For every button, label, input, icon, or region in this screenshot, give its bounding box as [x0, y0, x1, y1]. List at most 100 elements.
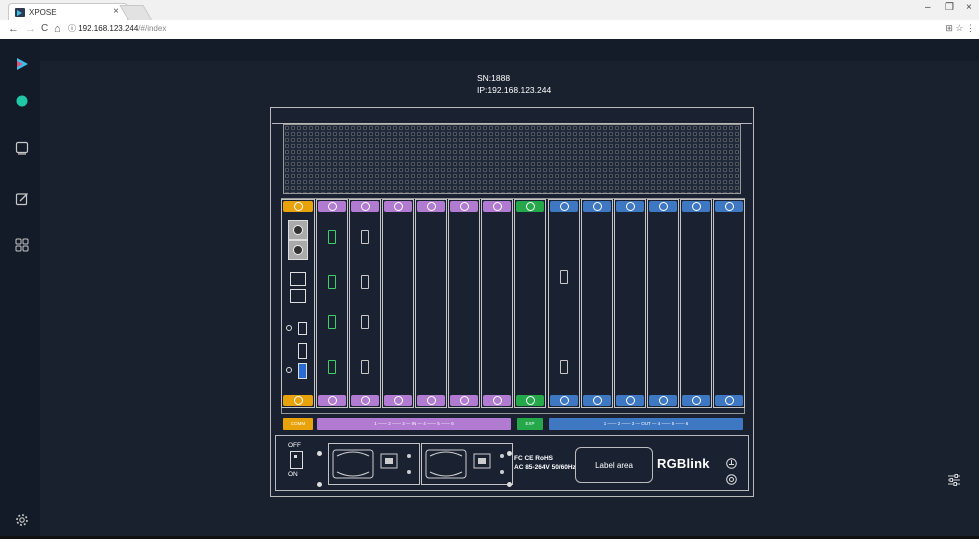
home-button[interactable]: ⌂: [54, 23, 61, 35]
output-card-bottom-cap: [649, 395, 677, 406]
output-card-4[interactable]: [647, 199, 679, 408]
power-ring-icon: [361, 202, 370, 211]
comm-card[interactable]: [281, 199, 315, 408]
xpose-favicon-icon: [15, 8, 25, 17]
input-label-strip: 1 —— 2 —— 3 — IN — 4 —— 5 —— 6: [317, 418, 511, 430]
input-card-4[interactable]: [415, 199, 447, 408]
xpose-logo-icon[interactable]: [15, 57, 29, 71]
window-close-button[interactable]: ×: [966, 2, 972, 13]
bnc-connector-icon: [288, 240, 308, 260]
input-card-top-cap: [384, 201, 412, 212]
input-port-icon[interactable]: [328, 315, 336, 329]
address-bar-actions[interactable]: ⊞ ☆ ⋮: [945, 23, 975, 34]
power-ring-icon: [560, 202, 569, 211]
power-ring-icon: [593, 396, 602, 405]
forward-button[interactable]: →: [25, 23, 36, 35]
cert-marks: FC CE RoHS: [514, 455, 553, 462]
switch-on-label: ON: [288, 471, 298, 478]
output-card-5[interactable]: [680, 199, 712, 408]
device-sn: SN:1888: [477, 73, 511, 83]
input-port-icon[interactable]: [361, 275, 369, 289]
output-card-3[interactable]: [614, 199, 646, 408]
exp-card-top-cap: [516, 201, 544, 212]
back-button[interactable]: ←: [8, 23, 19, 35]
power-ring-icon: [294, 396, 303, 405]
switch-off-label: OFF: [288, 442, 301, 449]
input-port-icon[interactable]: [328, 275, 336, 289]
grid-icon[interactable]: [15, 238, 29, 252]
power-ring-icon: [493, 396, 502, 405]
input-card-6[interactable]: [481, 199, 513, 408]
ethernet-port-icon: [290, 289, 306, 303]
input-port-icon[interactable]: [361, 360, 369, 374]
output-card-2[interactable]: [581, 199, 613, 408]
input-card-top-cap: [318, 201, 346, 212]
output-card-bottom-cap: [583, 395, 611, 406]
power-ring-icon: [526, 396, 535, 405]
window-maximize-button[interactable]: ❐: [945, 2, 954, 13]
output-card-6[interactable]: [713, 199, 745, 408]
output-card-top-cap: [583, 201, 611, 212]
screen-icon[interactable]: [15, 141, 29, 155]
input-port-icon[interactable]: [328, 230, 336, 244]
ethernet-port-icon: [290, 272, 306, 286]
output-card-top-cap: [715, 201, 743, 212]
url-path: /#/index: [138, 24, 167, 33]
browser-tab[interactable]: XPOSE ×: [8, 3, 128, 21]
filter-sliders-icon[interactable]: [946, 472, 962, 488]
reload-button[interactable]: C: [41, 23, 48, 34]
url-host: 192.168.123.244: [78, 24, 139, 33]
sidebar: [0, 39, 40, 539]
input-port-icon[interactable]: [361, 315, 369, 329]
power-ring-icon: [560, 396, 569, 405]
output-card-top-cap: [682, 201, 710, 212]
comm-card-top-cap: [283, 201, 313, 212]
power-supply-1[interactable]: [328, 443, 420, 485]
rocker-switch-icon[interactable]: [290, 451, 303, 469]
app-header: [0, 39, 979, 61]
exp-card[interactable]: [514, 199, 546, 408]
input-card-2[interactable]: [349, 199, 381, 408]
settings-gear-icon[interactable]: [15, 513, 29, 527]
usb-port-icon: [298, 343, 307, 359]
status-dot-icon[interactable]: [15, 94, 29, 108]
power-switch[interactable]: OFF ON: [288, 442, 303, 478]
input-port-icon[interactable]: [328, 360, 336, 374]
hdmi-port-icon: [298, 322, 307, 335]
output-card-bottom-cap: [715, 395, 743, 406]
power-ring-icon: [725, 202, 734, 211]
url-field[interactable]: ⓘ 192.168.123.244/#/index: [68, 23, 166, 34]
input-port-icon[interactable]: [361, 230, 369, 244]
power-ring-icon: [427, 202, 436, 211]
power-ring-icon: [361, 396, 370, 405]
device-info: SN:1888 IP:192.168.123.244: [477, 72, 551, 96]
input-card-bottom-cap: [384, 395, 412, 406]
output-port-icon[interactable]: [560, 270, 568, 284]
power-ring-icon: [692, 396, 701, 405]
output-card-1[interactable]: [548, 199, 580, 408]
screw-icon: [317, 451, 322, 456]
browser-tab-bar: XPOSE × – ❐ ×: [0, 0, 979, 21]
window-minimize-button[interactable]: –: [925, 2, 931, 13]
tab-close-icon[interactable]: ×: [113, 6, 119, 17]
bnc-connector-icon: [288, 220, 308, 240]
tab-title: XPOSE: [29, 8, 57, 17]
input-card-3[interactable]: [382, 199, 414, 408]
input-card-5[interactable]: [448, 199, 480, 408]
site-info-icon[interactable]: ⓘ: [68, 24, 76, 33]
input-card-bottom-cap: [417, 395, 445, 406]
output-card-top-cap: [550, 201, 578, 212]
output-port-icon[interactable]: [560, 360, 568, 374]
exp-card-bottom-cap: [516, 395, 544, 406]
power-supply-2[interactable]: [421, 443, 513, 485]
power-ring-icon: [725, 396, 734, 405]
power-rating: AC 85-264V 50/60Hz: [514, 464, 576, 471]
indicator-led-icon: [286, 367, 292, 373]
power-ring-icon: [394, 202, 403, 211]
input-card-bottom-cap: [351, 395, 379, 406]
power-ring-icon: [692, 202, 701, 211]
power-ring-icon: [593, 202, 602, 211]
input-card-1[interactable]: [316, 199, 348, 408]
rgblink-logo: RGBlink: [657, 456, 710, 471]
edit-icon[interactable]: [15, 192, 29, 206]
